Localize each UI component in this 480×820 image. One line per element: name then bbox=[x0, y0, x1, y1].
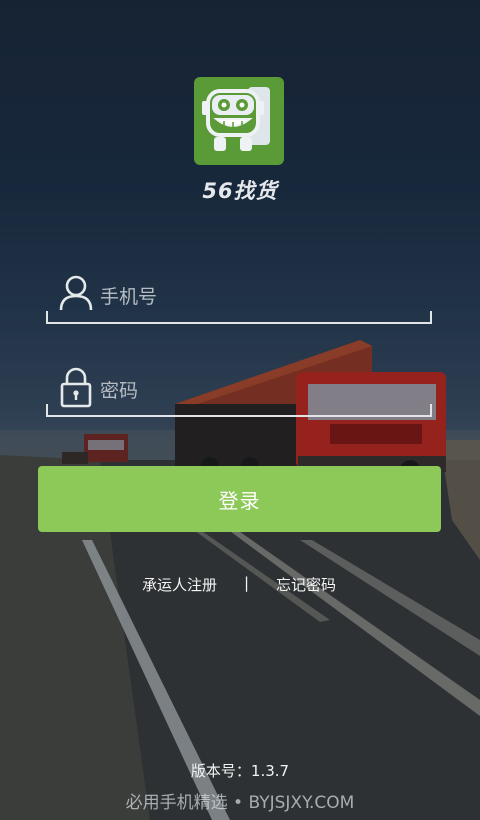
user-icon bbox=[58, 274, 94, 316]
version-label: 版本号：1.3.7 bbox=[190, 762, 290, 780]
lock-icon bbox=[58, 366, 94, 412]
truck-face-logo-icon bbox=[202, 87, 270, 151]
forgot-password-link[interactable]: 忘记密码 bbox=[276, 574, 336, 595]
password-underline-right-tick bbox=[430, 404, 432, 417]
login-button[interactable]: 登录 bbox=[38, 466, 441, 532]
password-underline-left-tick bbox=[46, 404, 48, 417]
app-name: 56找货 bbox=[202, 179, 278, 203]
phone-underline-left-tick bbox=[46, 311, 48, 324]
phone-underline-right-tick bbox=[430, 311, 432, 324]
carrier-register-link[interactable]: 承运人注册 bbox=[142, 574, 217, 595]
password-field[interactable] bbox=[46, 364, 432, 417]
phone-field[interactable] bbox=[46, 270, 432, 324]
password-input[interactable] bbox=[100, 378, 422, 404]
app-logo bbox=[194, 77, 284, 165]
auth-links: 承运人注册 | 忘记密码 bbox=[0, 574, 480, 596]
login-screen: 56找货 登录 承运人注册 | bbox=[0, 0, 480, 820]
link-divider: | bbox=[244, 574, 250, 592]
phone-input[interactable] bbox=[100, 284, 422, 310]
watermark-text: 必用手机精选 • BYJSJXY.COM bbox=[125, 793, 355, 813]
password-underline bbox=[46, 415, 432, 417]
phone-underline bbox=[46, 322, 432, 324]
